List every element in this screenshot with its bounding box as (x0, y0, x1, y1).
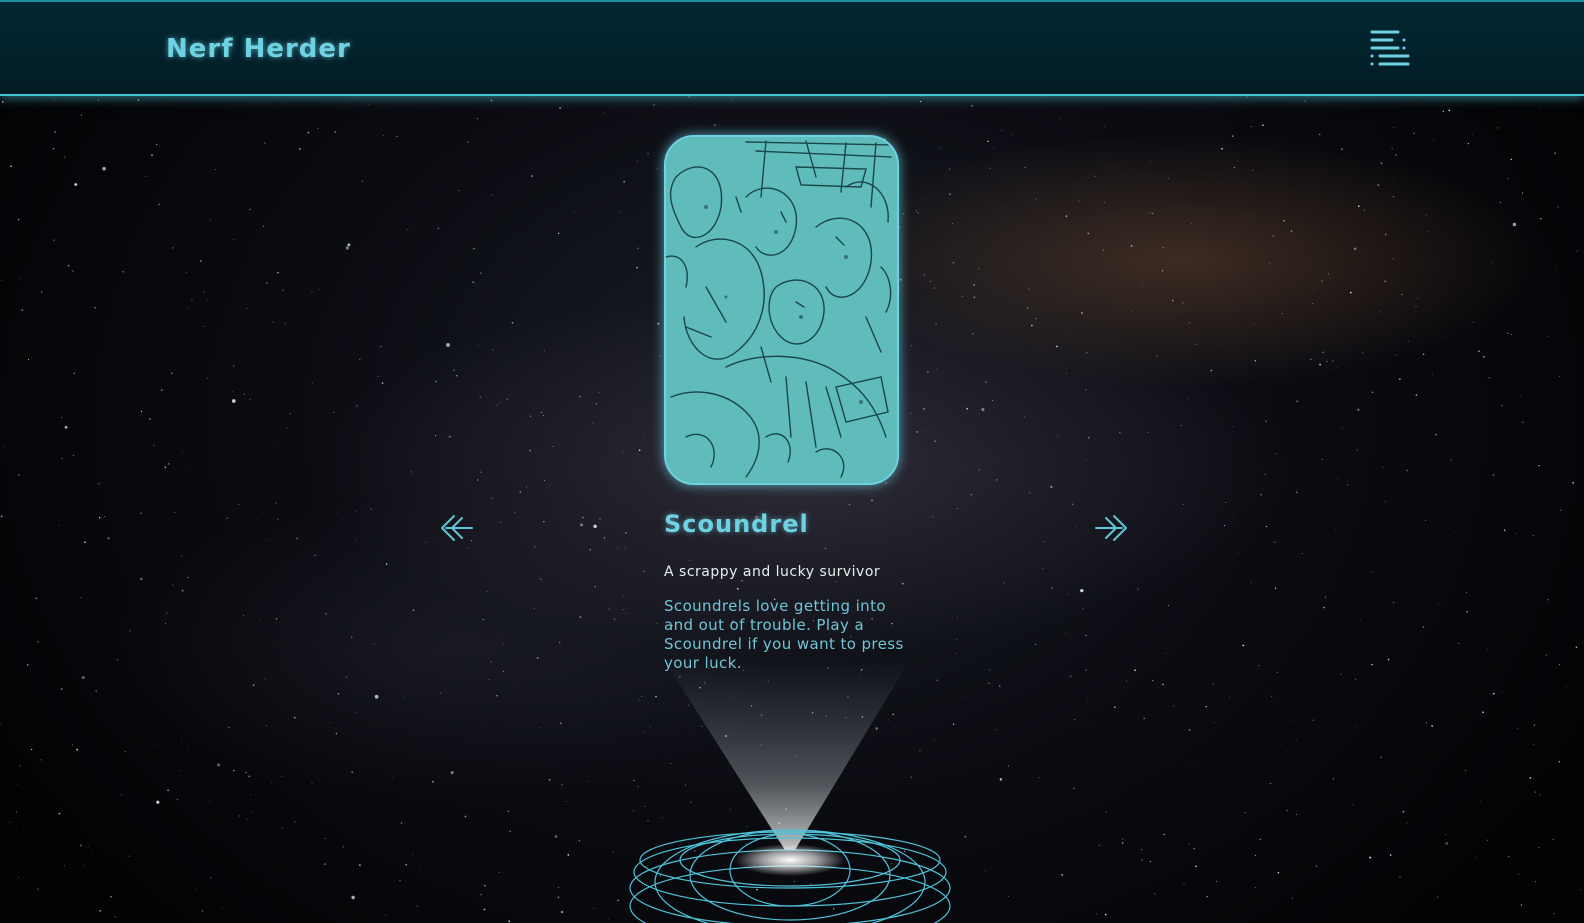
menu-list-icon[interactable] (1368, 28, 1412, 72)
page-background: Nerf Herder Scoundrel A scrappy and luck… (0, 0, 1584, 923)
arrow-left-icon[interactable] (440, 514, 476, 542)
class-card-image (664, 135, 899, 485)
brand-logo-link[interactable]: Nerf Herder (166, 34, 351, 64)
top-nav-bar: Nerf Herder (0, 0, 1584, 96)
card-subtitle: A scrappy and lucky survivor (664, 564, 881, 580)
card-title: Scoundrel (664, 510, 809, 538)
card-description: Scoundrels love getting into and out of … (664, 597, 904, 672)
scoundrel-illustration (666, 137, 897, 483)
arrow-right-icon[interactable] (1092, 514, 1128, 542)
